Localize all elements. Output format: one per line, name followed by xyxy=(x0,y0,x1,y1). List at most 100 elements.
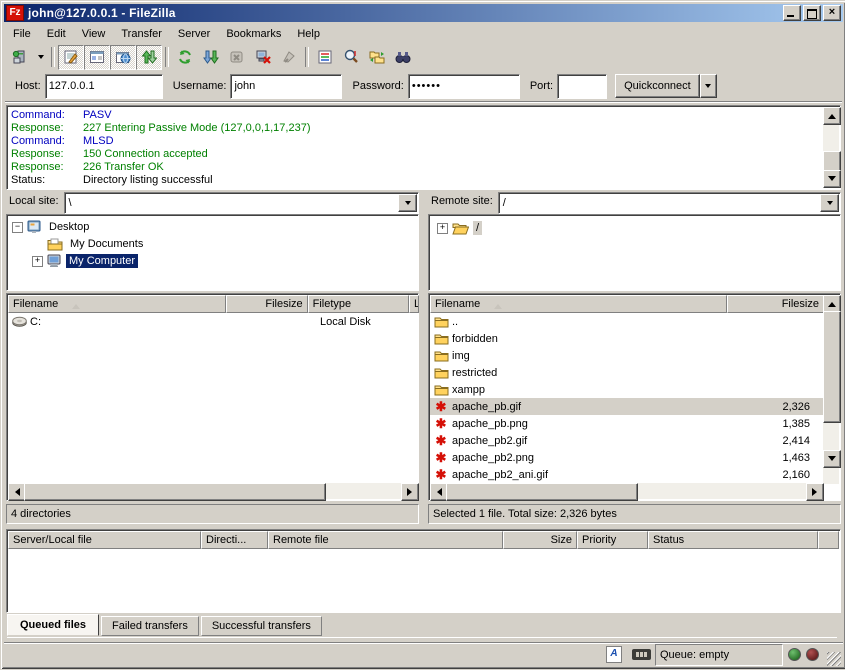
file-row-selected[interactable]: ✱apache_pb.gif2,326 xyxy=(430,398,824,415)
scroll-down-button[interactable] xyxy=(823,170,841,188)
reconnect-button[interactable] xyxy=(276,45,302,70)
column-header-lastmodified[interactable]: L xyxy=(409,295,419,313)
directory-comparison-button[interactable] xyxy=(338,45,364,70)
column-header-filename[interactable]: Filename xyxy=(430,295,727,313)
image-file-icon: ✱ xyxy=(433,468,449,481)
tree-item-root[interactable]: + / xyxy=(437,220,482,236)
local-site-dropdown-button[interactable] xyxy=(398,194,417,212)
dropdown-arrow-icon xyxy=(405,201,411,208)
column-header-filesize[interactable]: Filesize xyxy=(226,295,308,313)
tab-failed-transfers[interactable]: Failed transfers xyxy=(101,616,199,636)
remote-site-dropdown-button[interactable] xyxy=(820,194,839,212)
site-manager-dropdown-button[interactable] xyxy=(33,45,48,70)
expand-icon[interactable]: + xyxy=(437,223,448,234)
scrollbar-thumb[interactable] xyxy=(24,483,326,501)
log-entry: Command:PASV xyxy=(11,109,112,122)
quickconnect-dropdown-button[interactable] xyxy=(700,74,717,98)
disconnect-button[interactable] xyxy=(250,45,276,70)
filter-button[interactable] xyxy=(312,45,338,70)
speed-limit-indicator[interactable] xyxy=(626,649,651,660)
toggle-queue-button[interactable] xyxy=(136,45,162,70)
remote-vertical-scrollbar[interactable] xyxy=(823,295,839,484)
file-row[interactable]: ✱apache_pb2.gif2,414 xyxy=(430,432,824,449)
tree-item-my-documents[interactable]: My Documents xyxy=(47,236,146,252)
local-tree: − Desktop My Documents + My Computer xyxy=(6,214,419,291)
username-input[interactable] xyxy=(230,74,342,99)
file-row[interactable]: .. xyxy=(430,313,824,330)
title-bar[interactable]: Fz john@127.0.0.1 - FileZilla × xyxy=(4,4,843,22)
maximize-button[interactable] xyxy=(803,5,821,21)
remote-site-combo[interactable]: / xyxy=(498,192,841,214)
file-row[interactable]: xampp xyxy=(430,381,824,398)
refresh-button[interactable] xyxy=(172,45,198,70)
menu-edit[interactable]: Edit xyxy=(39,26,74,42)
file-row[interactable]: restricted xyxy=(430,364,824,381)
file-row[interactable]: ✱apache_pb2_ani.gif2,160 xyxy=(430,466,824,483)
quickconnect-bar: Host: Username: Password: Port: Quickcon… xyxy=(5,71,842,102)
toggle-message-log-button[interactable] xyxy=(58,45,84,70)
collapse-icon[interactable]: − xyxy=(12,222,23,233)
scroll-right-button[interactable] xyxy=(401,483,419,501)
scrollbar-thumb[interactable] xyxy=(446,483,638,501)
find-files-button[interactable] xyxy=(390,45,416,70)
password-input[interactable] xyxy=(408,74,520,99)
username-label: Username: xyxy=(173,80,227,92)
compare-icon xyxy=(343,49,359,65)
toggle-remote-tree-button[interactable] xyxy=(110,45,136,70)
site-manager-icon xyxy=(12,49,28,65)
tree-item-my-computer[interactable]: + My Computer xyxy=(32,253,138,269)
close-button[interactable]: × xyxy=(823,5,841,21)
file-row[interactable]: forbidden xyxy=(430,330,824,347)
host-input[interactable] xyxy=(45,74,163,99)
cancel-operation-button[interactable] xyxy=(224,45,250,70)
arrow-down-icon xyxy=(828,456,836,465)
menu-view[interactable]: View xyxy=(74,26,114,42)
speed-limit-icon xyxy=(632,649,651,660)
disk-drive-icon xyxy=(11,316,27,327)
scroll-down-button[interactable] xyxy=(823,450,841,468)
resize-grip[interactable] xyxy=(827,652,841,666)
column-header-filetype[interactable]: Filetype xyxy=(308,295,409,313)
toggle-local-tree-button[interactable] xyxy=(84,45,110,70)
column-header-server-local-file[interactable]: Server/Local file xyxy=(8,531,201,549)
remote-site-value: / xyxy=(499,197,819,209)
file-row[interactable]: ✱apache_pb.png1,385 xyxy=(430,415,824,432)
pane-splitter[interactable] xyxy=(419,192,428,524)
expand-icon[interactable]: + xyxy=(32,256,43,267)
tree-item-desktop[interactable]: − Desktop xyxy=(12,219,92,235)
column-header-priority[interactable]: Priority xyxy=(577,531,648,549)
port-input[interactable] xyxy=(557,74,607,99)
column-header-filename[interactable]: Filename xyxy=(8,295,226,313)
menu-transfer[interactable]: Transfer xyxy=(113,26,170,42)
column-header-direction[interactable]: Directi... xyxy=(201,531,268,549)
arrow-right-icon xyxy=(812,488,821,496)
arrow-down-icon xyxy=(828,176,836,185)
tab-successful-transfers[interactable]: Successful transfers xyxy=(201,616,322,636)
remote-horizontal-scrollbar[interactable] xyxy=(430,483,824,499)
process-queue-button[interactable] xyxy=(198,45,224,70)
file-row-local-c-drive[interactable]: C: Local Disk xyxy=(8,313,419,330)
column-header-size[interactable]: Size xyxy=(503,531,577,549)
synchronized-browsing-button[interactable] xyxy=(364,45,390,70)
menu-server[interactable]: Server xyxy=(170,26,218,42)
file-row[interactable]: img xyxy=(430,347,824,364)
log-scrollbar[interactable] xyxy=(823,107,839,188)
transfer-type-indicator[interactable]: A xyxy=(606,646,622,663)
minimize-button[interactable] xyxy=(783,5,801,21)
column-header-status[interactable]: Status xyxy=(648,531,818,549)
file-row[interactable]: ✱apache_pb2.png1,463 xyxy=(430,449,824,466)
site-manager-button[interactable] xyxy=(7,45,33,70)
queue-list-area[interactable] xyxy=(8,550,841,613)
tab-queued-files[interactable]: Queued files xyxy=(7,614,99,636)
column-header-remote-file[interactable]: Remote file xyxy=(268,531,503,549)
scroll-up-button[interactable] xyxy=(823,107,841,125)
menu-bookmarks[interactable]: Bookmarks xyxy=(218,26,289,42)
local-horizontal-scrollbar[interactable] xyxy=(8,483,419,499)
local-site-combo[interactable]: \ xyxy=(64,192,419,214)
menu-help[interactable]: Help xyxy=(289,26,328,42)
scrollbar-thumb[interactable] xyxy=(823,311,841,423)
menu-file[interactable]: File xyxy=(5,26,39,42)
quickconnect-button[interactable]: Quickconnect xyxy=(615,74,700,98)
column-header-filesize[interactable]: Filesize xyxy=(727,295,824,313)
scroll-right-button[interactable] xyxy=(806,483,824,501)
